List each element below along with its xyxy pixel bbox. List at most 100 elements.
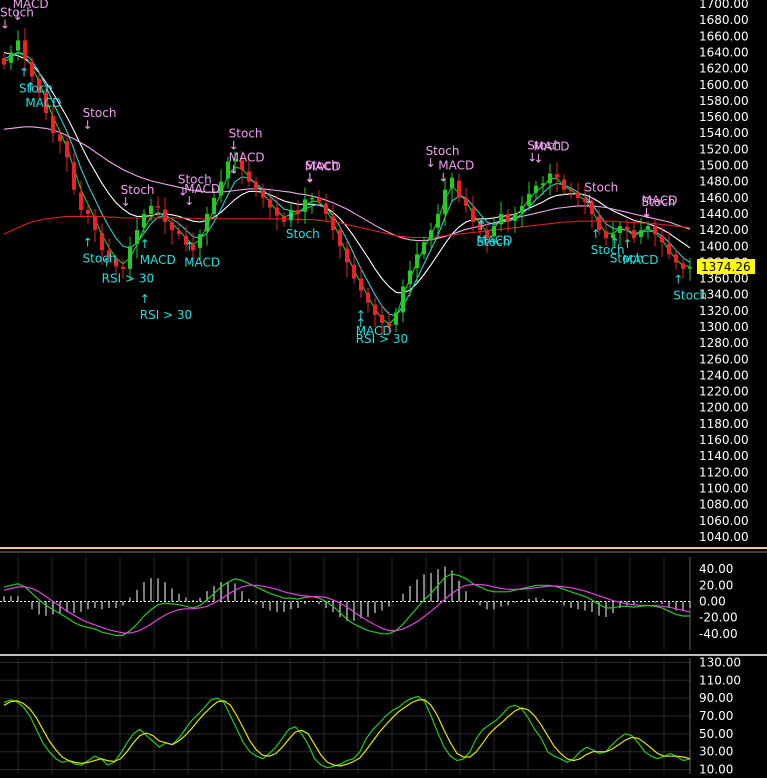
price-tick-label: 1700.00	[699, 0, 749, 11]
sell-arrow-icon: ↓	[229, 163, 239, 177]
price-tick-label: 1620.00	[699, 62, 749, 76]
candle-body	[681, 263, 685, 269]
price-tick-label: 1260.00	[699, 352, 749, 366]
candle-body	[660, 235, 664, 243]
candle-body	[254, 181, 258, 190]
price-tick-label: 1480.00	[699, 175, 749, 189]
candle-body	[212, 197, 216, 214]
signal-label: MACD	[622, 253, 658, 267]
candle-body	[688, 267, 692, 269]
candle-body	[135, 230, 139, 244]
candle-body	[471, 208, 475, 223]
candle-body	[674, 254, 678, 263]
sell-arrow-icon: ↓	[642, 207, 652, 221]
candle-body	[170, 222, 174, 231]
price-tick-label: 1680.00	[699, 13, 749, 27]
candle-body	[513, 213, 517, 221]
sell-arrow-icon: ↓	[426, 156, 436, 170]
candle-body	[9, 52, 13, 63]
price-tick-label: 1540.00	[699, 126, 749, 140]
candle-body	[562, 179, 566, 190]
candle-body	[65, 141, 69, 158]
signal-label: MACD	[438, 159, 474, 173]
price-tick-label: 1160.00	[699, 433, 749, 447]
price-tick-label: 1080.00	[699, 498, 749, 512]
buy-arrow-icon: ↑	[19, 66, 29, 80]
candle-body	[555, 174, 559, 178]
signal-label: Stoch	[19, 82, 53, 96]
buy-arrow-icon: ↑	[102, 255, 112, 269]
last-price-value: 1374.26	[701, 260, 751, 274]
candle-body	[667, 244, 671, 255]
price-tick-label: 1400.00	[699, 239, 749, 253]
buy-arrow-icon: ↑	[591, 227, 601, 241]
macd-axis: 40.00 20.00 0.00 -20.00 -40.00	[699, 562, 738, 641]
price-tick-label: 1240.00	[699, 368, 749, 382]
signal-label: Stoch	[0, 5, 34, 19]
candle-body	[149, 205, 153, 214]
candle-body	[268, 199, 272, 208]
candle-body	[79, 192, 83, 210]
candle-body	[366, 292, 370, 303]
candle-body	[2, 58, 6, 65]
stochastic-tick-label: 70.00	[699, 709, 733, 723]
candle-body	[30, 61, 34, 77]
signal-label: Stoch	[286, 227, 320, 241]
candle-body	[541, 183, 545, 186]
candle-body	[450, 177, 454, 188]
trading-chart-window: 1700.00 1680.00 1660.00 1640.00 1620.00 1600.…	[0, 0, 767, 777]
candle-body	[156, 206, 160, 208]
candle-body	[422, 242, 426, 255]
price-tick-label: 1060.00	[699, 514, 749, 528]
signal-label: RSI > 30	[140, 308, 192, 322]
candle-body	[23, 40, 27, 59]
signal-label: RSI > 30	[356, 332, 408, 346]
sell-arrow-icon: ↓	[438, 171, 448, 185]
signal-label: Stoch	[426, 144, 460, 158]
buy-arrow-icon: ↑	[356, 316, 366, 330]
buy-arrow-icon: ↑	[140, 237, 150, 251]
candle-body	[527, 193, 531, 206]
candle-body	[142, 213, 146, 228]
price-tick-label: 1660.00	[699, 29, 749, 43]
sell-arrow-icon: ↓	[184, 194, 194, 208]
candle-body	[51, 116, 55, 134]
candle-body	[163, 209, 167, 223]
stochastic-series-line	[3, 699, 691, 767]
candle-body	[394, 312, 398, 325]
candle-body	[247, 171, 251, 182]
candle-body	[177, 230, 181, 235]
sell-arrow-icon: ↓	[534, 151, 544, 165]
candle-body	[408, 270, 412, 285]
sell-arrow-icon: ↓	[83, 118, 93, 132]
price-tick-label: 1300.00	[699, 320, 749, 334]
sell-arrow-icon: ↓	[121, 195, 131, 209]
candle-body	[345, 248, 349, 263]
candle-body	[338, 230, 342, 247]
signal-label: MACD	[25, 96, 61, 110]
price-tick-label: 1440.00	[699, 207, 749, 221]
candle-body	[457, 180, 461, 198]
chart-canvas[interactable]: 1700.00 1680.00 1660.00 1640.00 1620.00 1600.…	[0, 0, 767, 777]
candle-body	[359, 278, 363, 291]
buy-arrow-icon: ↑	[140, 292, 150, 306]
candle-body	[205, 213, 209, 232]
candle-body	[576, 192, 580, 198]
candle-body	[331, 216, 335, 231]
candle-body	[625, 226, 629, 231]
stochastic-tick-label: 110.00	[699, 673, 741, 687]
buy-arrow-icon: ↑	[610, 235, 620, 249]
macd-histogram	[3, 566, 691, 621]
candle-body	[324, 203, 328, 214]
candle-body	[86, 209, 90, 214]
buy-arrow-icon: ↑	[25, 80, 35, 94]
price-tick-label: 1120.00	[699, 465, 749, 479]
price-tick-label: 1200.00	[699, 401, 749, 415]
signal-label: Stoch	[584, 181, 618, 195]
signal-label: MACD	[140, 253, 176, 267]
price-tick-label: 1500.00	[699, 159, 749, 173]
signal-label: Stoch	[476, 235, 510, 249]
signal-label: MACD	[305, 160, 341, 174]
price-tick-label: 1640.00	[699, 45, 749, 59]
stochastic-tick-label: 10.00	[699, 763, 733, 774]
